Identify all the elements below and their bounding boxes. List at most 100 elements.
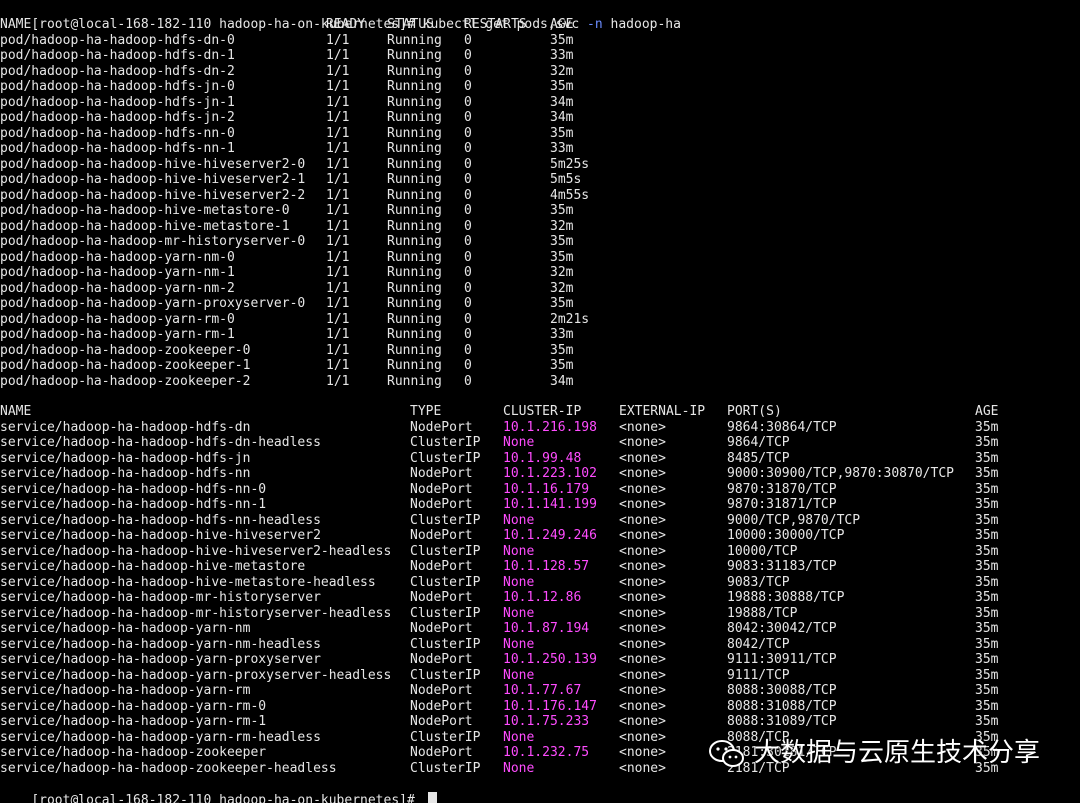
pod-cell: Running bbox=[387, 125, 442, 141]
service-cell: 35m bbox=[975, 512, 999, 528]
pod-cell: 0 bbox=[464, 358, 472, 373]
pod-cell: 1/1 bbox=[326, 32, 350, 48]
service-cell: None bbox=[503, 512, 535, 528]
service-cell: 35m bbox=[975, 621, 999, 636]
pod-cell: pod/hadoop-ha-hadoop-hdfs-nn-0 bbox=[0, 125, 235, 141]
service-header-cell: CLUSTER-IP bbox=[503, 404, 582, 419]
service-cell: ClusterIP bbox=[410, 543, 481, 559]
service-cell: <none> bbox=[619, 497, 666, 512]
service-cell: 10000/TCP bbox=[727, 543, 798, 559]
service-cell: 10.1.232.75 bbox=[503, 745, 590, 760]
pod-cell: 35m bbox=[550, 249, 574, 265]
pod-cell: 0 bbox=[464, 203, 472, 218]
pod-cell: Running bbox=[387, 203, 442, 218]
pod-cell: 1/1 bbox=[326, 218, 350, 234]
service-cell: NodePort bbox=[410, 698, 473, 714]
service-cell: service/hadoop-ha-hadoop-yarn-nm-headles… bbox=[0, 636, 321, 652]
pod-cell: 0 bbox=[464, 249, 472, 265]
service-cell: service/hadoop-ha-hadoop-zookeeper bbox=[0, 745, 267, 760]
pod-cell: pod/hadoop-ha-hadoop-zookeeper-2 bbox=[0, 373, 251, 389]
service-cell: ClusterIP bbox=[410, 450, 481, 466]
service-cell: 9870:31871/TCP bbox=[727, 497, 837, 512]
pod-cell: pod/hadoop-ha-hadoop-yarn-nm-0 bbox=[0, 249, 235, 265]
service-cell: 10.1.128.57 bbox=[503, 559, 590, 574]
service-cell: 10.1.249.246 bbox=[503, 528, 597, 543]
service-cell: 8088:30088/TCP bbox=[727, 683, 837, 698]
pod-cell: 1/1 bbox=[326, 48, 350, 63]
pod-cell: 1/1 bbox=[326, 265, 350, 280]
pod-cell: Running bbox=[387, 48, 442, 63]
service-cell: service/hadoop-ha-hadoop-hive-hiveserver… bbox=[0, 528, 321, 543]
pod-cell: Running bbox=[387, 94, 442, 110]
pod-cell: Running bbox=[387, 32, 442, 48]
service-cell: service/hadoop-ha-hadoop-hdfs-nn-headles… bbox=[0, 512, 321, 528]
service-cell: ClusterIP bbox=[410, 729, 481, 745]
service-cell: NodePort bbox=[410, 497, 473, 512]
pod-cell: 0 bbox=[464, 79, 472, 94]
service-cell: 10.1.223.102 bbox=[503, 466, 597, 481]
service-cell: <none> bbox=[619, 760, 666, 776]
service-cell: 35m bbox=[975, 636, 999, 652]
service-cell: 10.1.250.139 bbox=[503, 652, 597, 667]
pod-cell: pod/hadoop-ha-hadoop-yarn-proxyserver-0 bbox=[0, 296, 306, 311]
command-line: [root@local-168-182-110 hadoop-ha-on-kub… bbox=[0, 1, 681, 32]
pod-cell: pod/hadoop-ha-hadoop-hdfs-jn-1 bbox=[0, 94, 235, 110]
pod-cell: Running bbox=[387, 265, 442, 280]
service-cell: service/hadoop-ha-hadoop-zookeeper-headl… bbox=[0, 760, 337, 776]
service-cell: None bbox=[503, 605, 535, 621]
pod-cell: Running bbox=[387, 234, 442, 249]
service-cell: service/hadoop-ha-hadoop-yarn-rm bbox=[0, 683, 251, 698]
pod-cell: 35m bbox=[550, 79, 574, 94]
service-cell: 10000:30000/TCP bbox=[727, 528, 845, 543]
service-cell: <none> bbox=[619, 481, 666, 497]
pod-cell: 0 bbox=[464, 172, 472, 187]
pod-cell: 1/1 bbox=[326, 125, 350, 141]
service-cell: 35m bbox=[975, 605, 999, 621]
service-cell: 10.1.77.67 bbox=[503, 683, 582, 698]
pod-header-cell: NAME bbox=[0, 17, 32, 32]
service-cell: 10.1.141.199 bbox=[503, 497, 597, 512]
service-cell: 9864:30864/TCP bbox=[727, 419, 837, 435]
pod-cell: 0 bbox=[464, 327, 472, 342]
pod-cell: pod/hadoop-ha-hadoop-hive-hiveserver2-0 bbox=[0, 156, 306, 172]
service-cell: <none> bbox=[619, 652, 666, 667]
pod-cell: Running bbox=[387, 249, 442, 265]
final-prompt-line[interactable]: [root@local-168-182-110 hadoop-ha-on-kub… bbox=[0, 776, 437, 803]
pod-cell: pod/hadoop-ha-hadoop-hdfs-jn-2 bbox=[0, 110, 235, 125]
service-cell: 10.1.176.147 bbox=[503, 698, 597, 714]
service-cell: 10.1.216.198 bbox=[503, 419, 597, 435]
pod-cell: pod/hadoop-ha-hadoop-yarn-rm-1 bbox=[0, 327, 235, 342]
pod-cell: 0 bbox=[464, 218, 472, 234]
service-cell: service/hadoop-ha-hadoop-hdfs-dn bbox=[0, 419, 251, 435]
pod-cell: Running bbox=[387, 79, 442, 94]
namespace-flag: -n bbox=[587, 16, 603, 32]
service-cell: 9111/TCP bbox=[727, 667, 790, 683]
service-cell: <none> bbox=[619, 559, 666, 574]
service-cell: service/hadoop-ha-hadoop-hdfs-jn bbox=[0, 450, 251, 466]
service-cell: 8088:31089/TCP bbox=[727, 714, 837, 729]
service-cell: <none> bbox=[619, 512, 666, 528]
pod-header-cell: READY bbox=[326, 17, 366, 32]
service-cell: <none> bbox=[619, 621, 666, 636]
cursor bbox=[427, 791, 437, 803]
service-cell: <none> bbox=[619, 543, 666, 559]
service-cell: service/hadoop-ha-hadoop-hdfs-nn-0 bbox=[0, 481, 267, 497]
service-cell: NodePort bbox=[410, 745, 473, 760]
service-cell: None bbox=[503, 729, 535, 745]
pod-cell: pod/hadoop-ha-hadoop-hive-hiveserver2-1 bbox=[0, 172, 306, 187]
pod-cell: 32m bbox=[550, 265, 574, 280]
service-cell: ClusterIP bbox=[410, 636, 481, 652]
pod-cell: pod/hadoop-ha-hadoop-hdfs-jn-0 bbox=[0, 79, 235, 94]
service-cell: service/hadoop-ha-hadoop-yarn-proxyserve… bbox=[0, 652, 321, 667]
terminal-window[interactable]: [root@local-168-182-110 hadoop-ha-on-kub… bbox=[0, 0, 1080, 803]
service-cell: 35m bbox=[975, 714, 999, 729]
pod-cell: Running bbox=[387, 218, 442, 234]
pod-cell: 1/1 bbox=[326, 187, 350, 203]
pod-cell: pod/hadoop-ha-hadoop-hdfs-nn-1 bbox=[0, 141, 235, 156]
service-cell: service/hadoop-ha-hadoop-yarn-rm-1 bbox=[0, 714, 267, 729]
service-cell: 10.1.16.179 bbox=[503, 481, 590, 497]
pod-cell: 1/1 bbox=[326, 249, 350, 265]
pod-cell: 0 bbox=[464, 234, 472, 249]
pod-cell: 35m bbox=[550, 32, 574, 48]
service-cell: service/hadoop-ha-hadoop-yarn-rm-0 bbox=[0, 698, 267, 714]
